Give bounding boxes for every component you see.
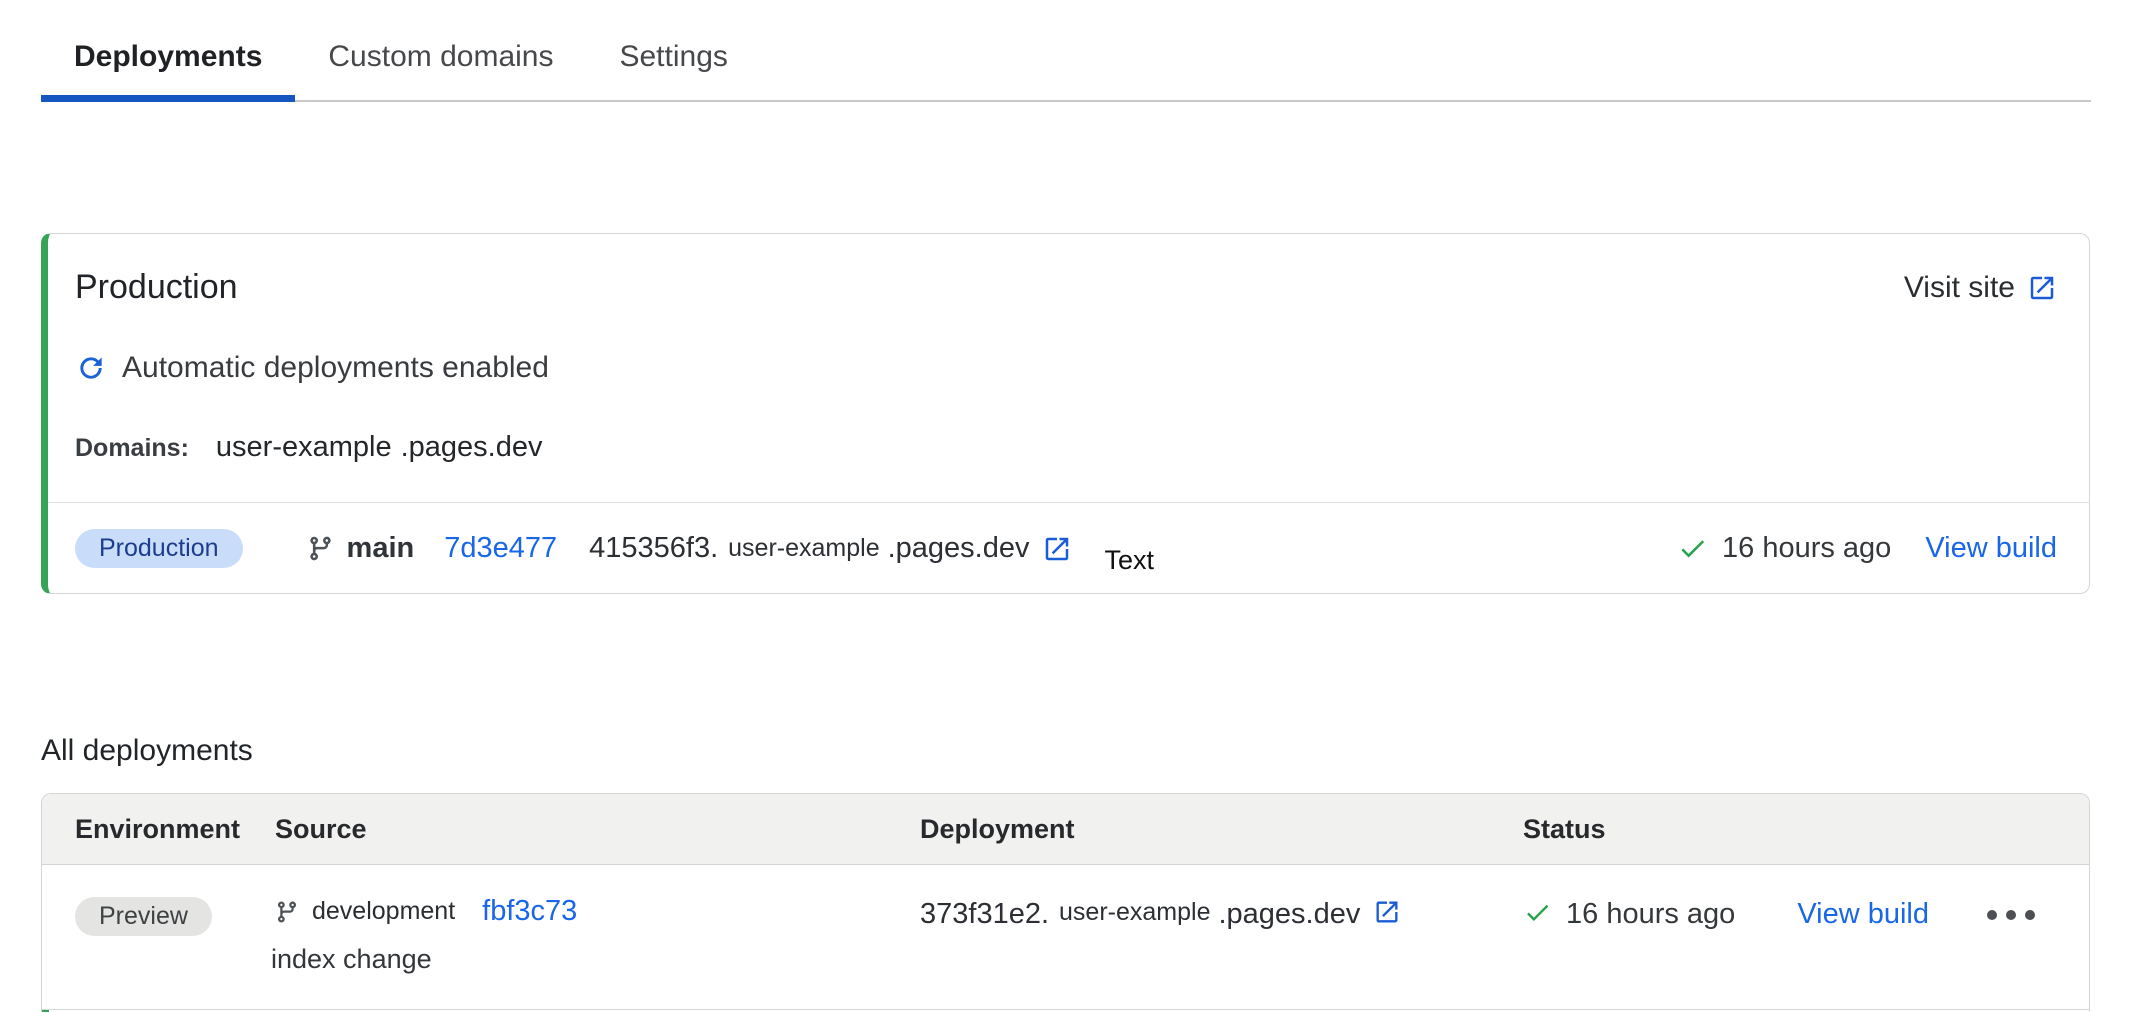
commit-message: index change [271,944,920,975]
git-branch-icon [307,535,334,562]
domain-name: user-example [216,431,392,464]
tab-settings[interactable]: Settings [586,0,760,100]
column-header-deployment: Deployment [920,814,1523,845]
all-deployments-title: All deployments [41,734,2132,768]
git-branch-icon [275,900,299,924]
domain-suffix: .pages.dev [401,431,543,464]
domains-label: Domains: [75,434,189,463]
production-deployment-row: Production main 7d3e477 415356f3. user-e… [48,502,2089,593]
external-link-icon[interactable] [1042,534,1072,564]
note-text: Text [1104,545,1154,576]
column-header-source: Source [275,814,920,845]
commit-sha-link[interactable]: fbf3c73 [482,895,577,928]
deployment-id: 415356f3. [589,532,718,565]
view-build-link[interactable]: View build [1797,898,1929,931]
environment-badge: Preview [75,897,212,936]
external-link-icon [2027,273,2057,303]
tab-bar: Deployments Custom domains Settings [41,0,2091,102]
column-header-status: Status [1523,814,2089,845]
table-header: Environment Source Deployment Status [42,794,2089,865]
commit-sha-link[interactable]: 7d3e477 [444,532,557,565]
environment-badge: Production [75,529,243,568]
table-row: Preview development fbf3c73 index change… [42,865,2089,1010]
branch-name: development [312,897,455,926]
deployment-id: 373f31e2. [920,898,1049,931]
status-time: 16 hours ago [1722,532,1891,565]
check-icon [1523,898,1552,927]
tab-deployments[interactable]: Deployments [41,0,295,100]
production-card-title: Production [75,268,238,307]
external-link-icon[interactable] [1373,898,1401,926]
visit-site-label: Visit site [1904,271,2015,305]
deployment-domain: user-example [1059,898,1210,927]
deployment-suffix: .pages.dev [1218,898,1360,931]
deployments-table: Environment Source Deployment Status Pre… [41,793,2090,1012]
status-time: 16 hours ago [1566,898,1735,931]
deployment-suffix: .pages.dev [888,532,1030,565]
auto-deployments-text: Automatic deployments enabled [122,351,549,385]
tab-custom-domains[interactable]: Custom domains [295,0,586,100]
refresh-icon [75,352,107,384]
branch-name: main [347,532,415,565]
view-build-link[interactable]: View build [1925,532,2057,565]
overflow-menu-icon[interactable] [1987,898,2035,920]
check-icon [1677,533,1708,564]
column-header-environment: Environment [75,814,275,845]
deployment-domain: user-example [728,534,879,563]
visit-site-link[interactable]: Visit site [1904,271,2057,305]
production-card: Production Visit site Automatic deployme… [41,233,2090,594]
